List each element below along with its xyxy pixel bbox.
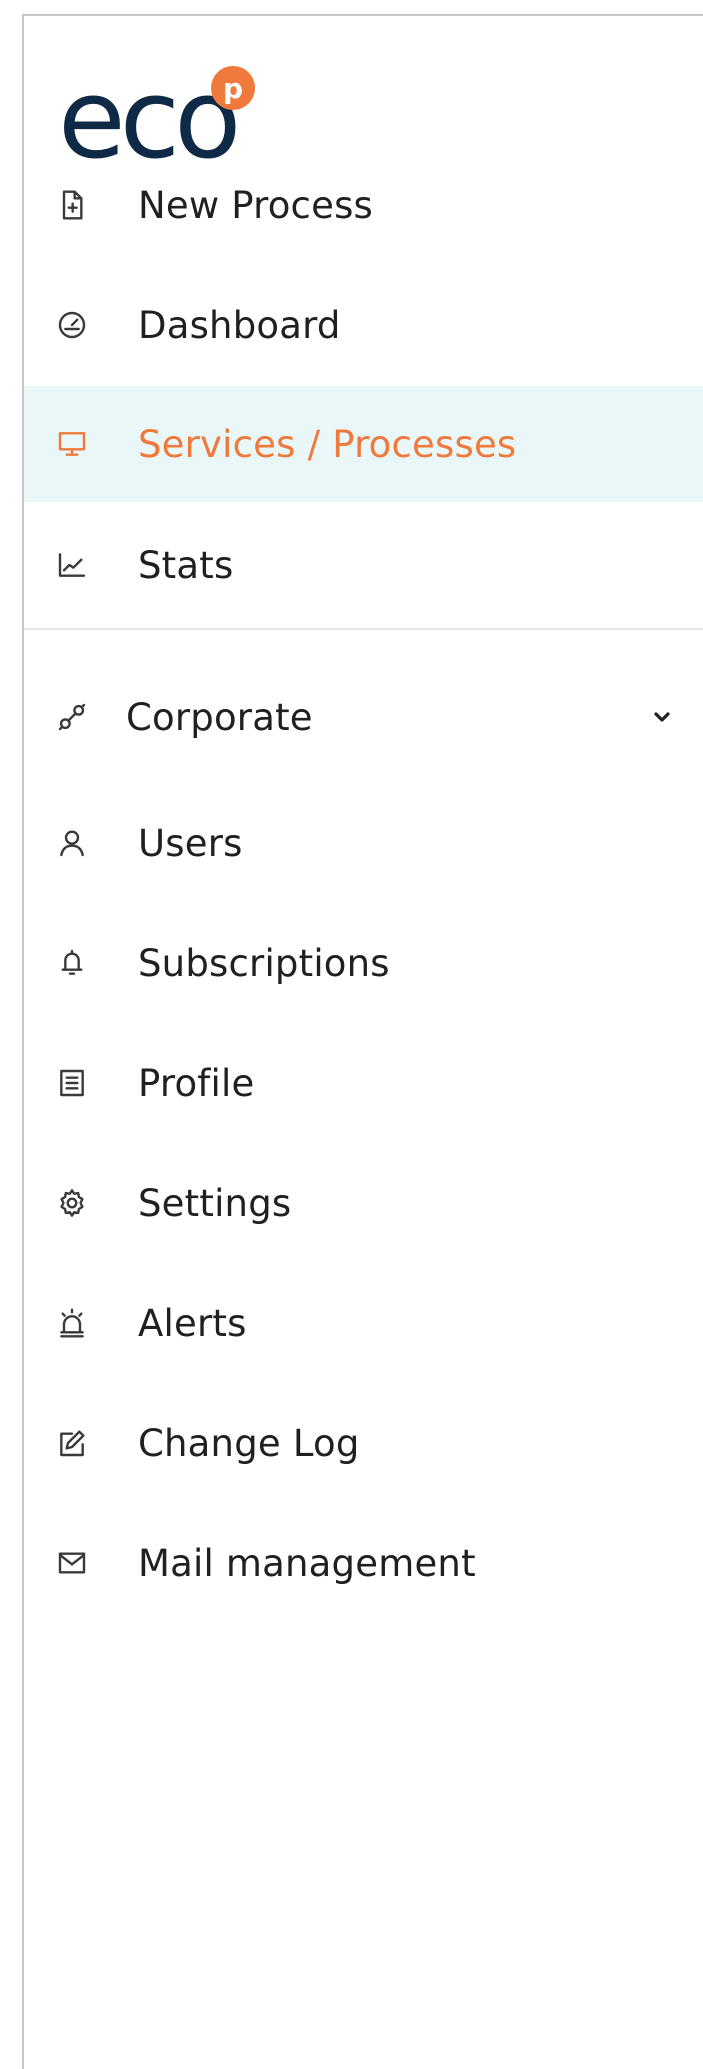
user-icon — [54, 825, 90, 861]
menu-item-profile[interactable]: Profile — [24, 1024, 703, 1142]
menu-item-label: Services / Processes — [138, 422, 517, 466]
menu-item-label: Settings — [138, 1181, 292, 1225]
link-icon — [54, 699, 90, 735]
menu-item-label: Mail management — [138, 1541, 476, 1585]
bell-icon — [54, 945, 90, 981]
file-plus-icon — [54, 187, 90, 223]
menu-item-mail-management[interactable]: Mail management — [24, 1504, 703, 1622]
menu-item-label: Users — [138, 821, 243, 865]
logo-badge-text: p — [223, 72, 243, 105]
menu-item-dashboard[interactable]: Dashboard — [24, 266, 703, 384]
menu-item-stats[interactable]: Stats — [24, 506, 703, 624]
menu-item-label: Change Log — [138, 1421, 360, 1465]
menu-item-new-process[interactable]: New Process — [24, 146, 703, 264]
mail-icon — [54, 1545, 90, 1581]
menu-divider — [24, 628, 703, 630]
menu-item-label: Subscriptions — [138, 941, 390, 985]
menu-item-alerts[interactable]: Alerts — [24, 1264, 703, 1382]
chevron-down-icon[interactable] — [647, 702, 677, 732]
menu-item-label: Profile — [138, 1061, 255, 1105]
menu-item-settings[interactable]: Settings — [24, 1144, 703, 1262]
menu-group-label: Corporate — [126, 695, 313, 739]
edit-icon — [54, 1425, 90, 1461]
line-chart-icon — [54, 547, 90, 583]
alarm-icon — [54, 1305, 90, 1341]
gauge-icon — [54, 307, 90, 343]
menu-item-label: New Process — [138, 183, 374, 227]
menu-item-subscriptions[interactable]: Subscriptions — [24, 904, 703, 1022]
sidebar: eco p New Process Dashboard Services / P… — [22, 14, 703, 2069]
menu-item-label: Stats — [138, 543, 234, 587]
menu-item-services-processes[interactable]: Services / Processes — [24, 386, 703, 502]
menu-item-users[interactable]: Users — [24, 784, 703, 902]
menu-item-label: Dashboard — [138, 303, 341, 347]
profile-card-icon — [54, 1065, 90, 1101]
menu-group-corporate[interactable]: Corporate — [24, 658, 703, 776]
menu-item-change-log[interactable]: Change Log — [24, 1384, 703, 1502]
menu-item-label: Alerts — [138, 1301, 247, 1345]
monitor-icon — [54, 426, 90, 462]
gear-icon — [54, 1185, 90, 1221]
